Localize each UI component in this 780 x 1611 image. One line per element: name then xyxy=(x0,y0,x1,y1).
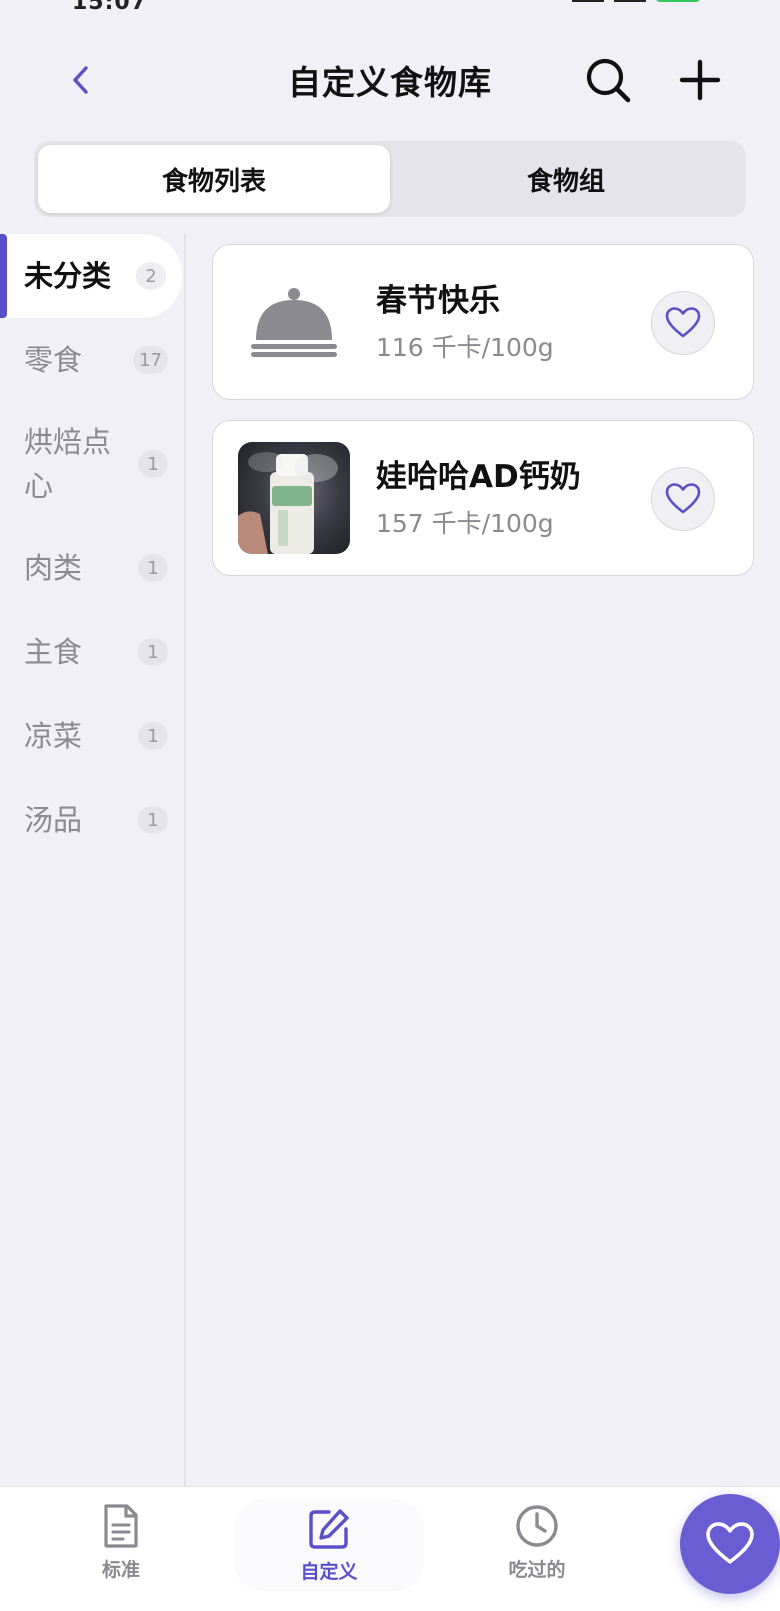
nav-item-eaten[interactable]: 吃过的 xyxy=(442,1487,632,1597)
category-label: 汤品 xyxy=(24,803,83,837)
category-count-badge: 1 xyxy=(138,806,168,834)
signal-icon-2 xyxy=(614,0,646,2)
nav-item-standard[interactable]: 标准 xyxy=(26,1487,216,1597)
food-calories: 116 千卡/100g xyxy=(376,333,554,362)
category-item-uncategorized[interactable]: 未分类 2 xyxy=(0,234,182,318)
category-count-badge: 1 xyxy=(138,722,168,750)
category-label: 烘焙点心 xyxy=(24,425,112,503)
category-item-snacks[interactable]: 零食 17 xyxy=(0,318,184,402)
search-icon xyxy=(586,58,631,103)
food-photo-image xyxy=(238,452,338,554)
nav-label: 自定义 xyxy=(300,1560,358,1583)
food-calories: 157 千卡/100g xyxy=(376,509,554,538)
nav-item-custom[interactable]: 自定义 xyxy=(234,1499,424,1591)
category-label: 肉类 xyxy=(24,551,83,585)
category-sidebar: 未分类 2 零食 17 烘焙点心 1 肉类 1 主食 1 凉菜 1 汤品 1 xyxy=(0,234,186,1486)
plus-icon xyxy=(679,59,721,101)
favorite-button[interactable] xyxy=(651,291,715,355)
category-label: 零食 xyxy=(24,343,83,377)
battery-icon xyxy=(656,0,700,2)
status-time: 15:07 xyxy=(72,0,148,15)
heart-icon xyxy=(706,1522,754,1564)
cloche-icon xyxy=(251,288,337,357)
category-count-badge: 1 xyxy=(138,450,168,478)
food-name: 春节快乐 xyxy=(376,283,500,319)
category-label: 凉菜 xyxy=(24,719,83,753)
category-item-cold-dishes[interactable]: 凉菜 1 xyxy=(0,694,184,778)
status-bar: 15:07 xyxy=(0,0,780,15)
category-item-staple[interactable]: 主食 1 xyxy=(0,610,184,694)
tab-food-groups[interactable]: 食物组 xyxy=(390,145,742,213)
category-item-meat[interactable]: 肉类 1 xyxy=(0,526,184,610)
food-info: 春节快乐 116 千卡/100g xyxy=(376,280,554,364)
bottom-nav: 标准 自定义 吃过的 xyxy=(0,1486,780,1611)
food-photo-thumbnail xyxy=(238,442,350,554)
category-count-badge: 1 xyxy=(138,638,168,666)
document-icon xyxy=(104,1503,138,1548)
food-name: 娃哈哈AD钙奶 xyxy=(376,459,581,495)
view-segmented-control: 食物列表 食物组 xyxy=(34,141,746,217)
food-card[interactable]: 娃哈哈AD钙奶 157 千卡/100g xyxy=(212,420,754,576)
clock-icon xyxy=(516,1504,558,1547)
category-count-badge: 2 xyxy=(136,262,166,290)
category-count-badge: 1 xyxy=(138,554,168,582)
category-label: 未分类 xyxy=(24,259,112,293)
food-card[interactable]: 春节快乐 116 千卡/100g xyxy=(212,244,754,400)
edit-icon xyxy=(309,1508,349,1549)
category-item-soups[interactable]: 汤品 1 xyxy=(0,778,184,862)
header: 自定义食物库 xyxy=(0,40,780,120)
favorite-button[interactable] xyxy=(651,467,715,531)
favorites-fab[interactable] xyxy=(680,1494,780,1594)
search-button[interactable] xyxy=(580,52,636,108)
food-info: 娃哈哈AD钙奶 157 千卡/100g xyxy=(376,456,581,540)
page-title: 自定义食物库 xyxy=(288,63,492,102)
food-thumbnail xyxy=(238,266,350,378)
category-item-bakery[interactable]: 烘焙点心 1 xyxy=(0,402,184,526)
category-count-badge: 17 xyxy=(133,346,168,374)
tab-food-list[interactable]: 食物列表 xyxy=(38,145,390,213)
category-label: 主食 xyxy=(24,635,83,669)
nav-label: 吃过的 xyxy=(508,1558,566,1581)
signal-icon xyxy=(572,0,604,2)
heart-icon xyxy=(665,483,701,514)
nav-label: 标准 xyxy=(101,1558,140,1581)
add-button[interactable] xyxy=(672,52,728,108)
heart-icon xyxy=(665,307,701,338)
food-list: 春节快乐 116 千卡/100g 娃哈哈AD钙奶 157 千卡/100g xyxy=(212,244,754,596)
status-icons xyxy=(572,0,700,2)
